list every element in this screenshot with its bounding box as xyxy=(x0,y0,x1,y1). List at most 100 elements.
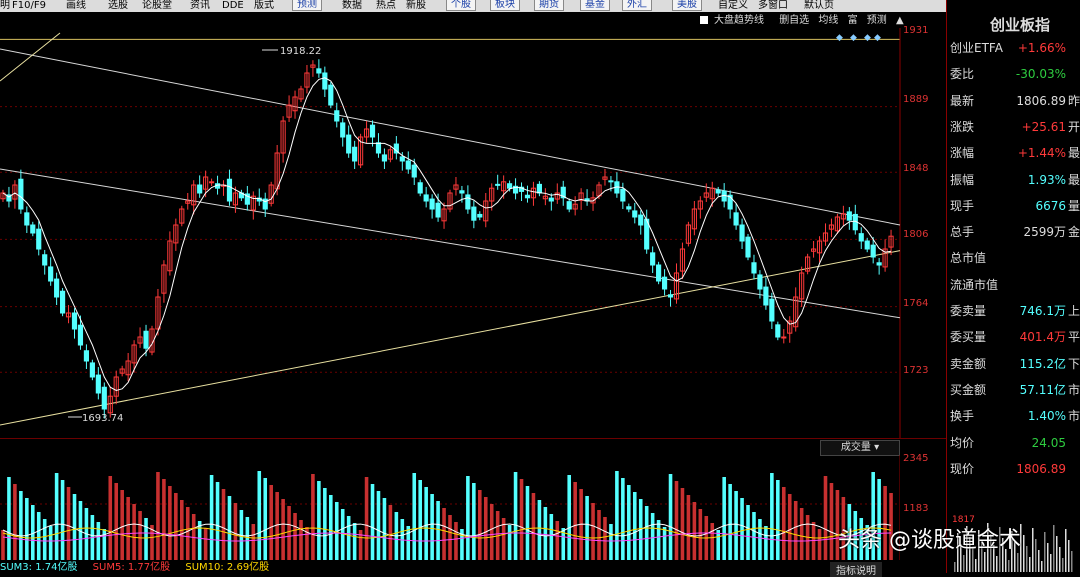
volume-bar xyxy=(424,487,428,560)
menu-item[interactable]: 热点 xyxy=(376,0,396,12)
volume-bar xyxy=(227,496,232,560)
quote-value: 1.93% xyxy=(1027,172,1066,187)
menu-item[interactable]: 自定义 xyxy=(718,0,748,12)
candle-body xyxy=(507,183,513,189)
candle-body xyxy=(411,164,417,178)
volume-bar xyxy=(686,495,691,560)
quote-extra: 最 xyxy=(1068,172,1080,187)
menu-item[interactable]: 期货 xyxy=(534,0,564,11)
volume-chart[interactable] xyxy=(0,455,900,560)
candle-body xyxy=(399,156,405,162)
volume-bar xyxy=(519,479,524,560)
volume-bar xyxy=(823,476,828,560)
menu-item[interactable]: 个股 xyxy=(446,0,476,11)
quote-key: 总手 xyxy=(950,225,975,240)
price-tick: 1764 xyxy=(903,298,929,309)
volume-bar xyxy=(698,509,703,560)
candle-body xyxy=(95,374,101,394)
menu-item[interactable]: 资讯 xyxy=(190,0,210,12)
menu-item[interactable]: 新股 xyxy=(406,0,426,12)
price-tick: 1806 xyxy=(903,229,929,240)
trend-checkbox[interactable] xyxy=(700,16,708,24)
volume-bar xyxy=(597,510,601,560)
price-chart[interactable]: 1918.221693.74◆ ◆ ◆ ◆ xyxy=(0,28,946,438)
quote-key: 最新 xyxy=(950,93,975,108)
volume-bar xyxy=(817,529,822,560)
quote-key: 创业ETFA xyxy=(950,41,1003,55)
mini-bar xyxy=(1059,547,1061,572)
candle-body xyxy=(781,336,787,339)
menu-item[interactable]: 默认页 xyxy=(804,0,834,12)
volume-bar xyxy=(436,501,440,560)
chart-toolbar: 大盘趋势线 删自选 均线 富 预测 ▲ xyxy=(700,13,910,29)
menu-item[interactable]: 选股 xyxy=(108,0,128,12)
candle-body xyxy=(739,224,745,242)
volume-bar xyxy=(114,483,119,560)
candle-body xyxy=(83,350,90,362)
menu-item[interactable]: 基金 xyxy=(580,0,610,11)
mini-bar xyxy=(975,559,977,572)
cheat-button[interactable]: 富 xyxy=(848,15,858,26)
volume-bar xyxy=(251,524,256,560)
volume-bar xyxy=(19,491,23,560)
candle-body xyxy=(733,212,739,226)
volume-bar xyxy=(370,484,375,560)
mini-bar xyxy=(984,552,986,572)
menu-item[interactable]: 外汇 xyxy=(622,0,652,11)
candle-body xyxy=(656,264,662,282)
quote-key: 委比 xyxy=(950,67,975,82)
volume-bar xyxy=(126,497,130,560)
candle-body xyxy=(471,206,477,221)
quote-extra: 昨 xyxy=(1068,93,1080,108)
volume-indicator-dropdown[interactable]: 成交量 ▾ xyxy=(820,440,900,456)
menu-item[interactable]: 数据 xyxy=(342,0,362,12)
trend-toggle[interactable]: 大盘趋势线 xyxy=(700,15,770,26)
candle-body xyxy=(316,68,322,74)
index-title: 创业板指 xyxy=(990,16,1051,34)
ma-button[interactable]: 均线 xyxy=(818,15,838,26)
menu-item[interactable]: F10/F9 xyxy=(12,0,46,12)
candle-body xyxy=(36,228,42,250)
delete-self-button[interactable]: 删自选 xyxy=(779,15,809,26)
quote-key: 总市值 xyxy=(950,251,987,266)
volume-tick: 1183 xyxy=(903,503,929,514)
menu-item[interactable]: 美股 xyxy=(672,0,702,11)
menu-item[interactable]: 论股堂 xyxy=(142,0,172,12)
quote-row: 涨幅 +1.44% 最 xyxy=(950,143,1080,163)
quote-key: 振幅 xyxy=(950,172,975,187)
quote-key: 换手 xyxy=(950,409,975,424)
forecast-button[interactable]: 预测 xyxy=(867,15,887,26)
menu-item[interactable]: 板块 xyxy=(490,0,520,11)
sum3-line xyxy=(2,523,892,537)
candle-body xyxy=(340,122,346,138)
quote-extra: 下 xyxy=(1068,356,1080,371)
candle-body xyxy=(757,274,763,290)
quote-extra: 平 xyxy=(1068,330,1080,345)
candle-body xyxy=(477,213,483,218)
volume-dropdown-label: 成交量 xyxy=(840,442,871,453)
mini-bar xyxy=(996,556,998,572)
menu-item[interactable]: DDE xyxy=(222,0,244,12)
menu-item[interactable]: 多窗口 xyxy=(758,0,788,12)
candle-body xyxy=(197,184,203,194)
volume-bar xyxy=(615,471,619,560)
quote-key: 涨幅 xyxy=(950,146,975,161)
menu-item[interactable]: 预测 xyxy=(292,0,322,11)
candle-body xyxy=(870,244,876,258)
candle-body xyxy=(775,324,781,338)
volume-bar xyxy=(454,522,458,560)
mini-bar xyxy=(1023,535,1025,572)
volume-bar xyxy=(746,505,750,560)
volume-bar xyxy=(585,496,589,560)
volume-bar xyxy=(54,473,59,560)
menu-item[interactable]: 版式 xyxy=(254,0,274,12)
candle-body xyxy=(429,198,435,210)
candle-body xyxy=(369,124,376,138)
indicator-help-button[interactable]: 指标说明 xyxy=(830,562,882,577)
candle-body xyxy=(846,211,852,221)
menu-item[interactable]: 明 xyxy=(0,0,10,12)
quote-key: 均价 xyxy=(950,435,975,450)
menu-item[interactable]: 画线 xyxy=(66,0,86,12)
candle-body xyxy=(48,266,54,282)
sum10-line xyxy=(2,532,892,542)
